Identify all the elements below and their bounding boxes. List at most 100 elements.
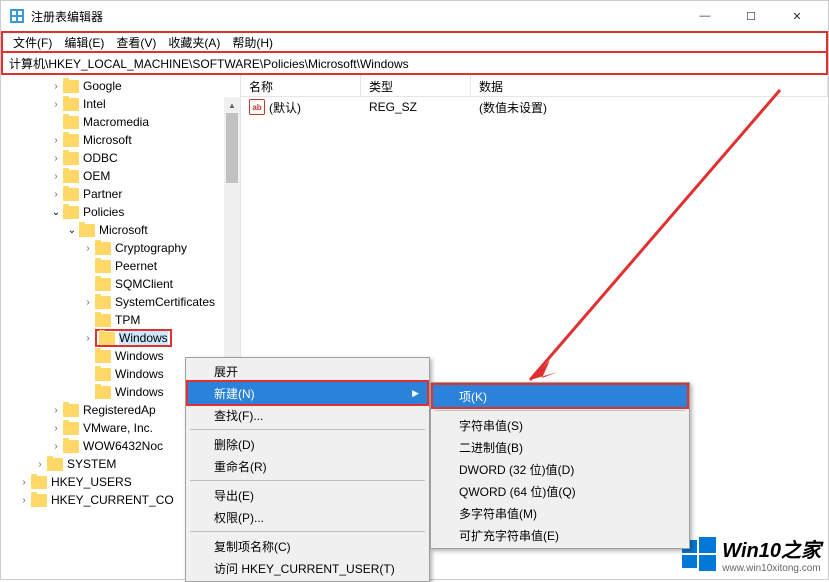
chevron-right-icon[interactable]: › [81,243,95,254]
menu-help[interactable]: 帮助(H) [226,34,279,51]
menu-item[interactable]: 二进制值(B) [433,436,687,458]
menu-item[interactable]: 新建(N)▶ [188,382,427,404]
tree-item[interactable]: ›Cryptography [1,239,240,257]
menu-file[interactable]: 文件(F) [7,34,58,51]
minimize-button[interactable]: — [682,1,728,31]
folder-icon [47,458,63,471]
tree-item[interactable]: ⌄Microsoft [1,221,240,239]
tree-item[interactable]: › ODBC [1,149,240,167]
tree-item[interactable]: ›Microsoft [1,131,240,149]
folder-icon [95,368,111,381]
tree-item[interactable]: ›Windows [1,329,240,347]
maximize-button[interactable]: ☐ [728,1,774,31]
col-data[interactable]: 数据 [471,75,828,96]
tree-item-label: SYSTEM [67,457,116,471]
tree-item[interactable]: Peernet [1,257,240,275]
chevron-right-icon[interactable]: › [49,441,63,452]
chevron-right-icon[interactable]: › [17,495,31,506]
folder-icon [63,98,79,111]
menu-item[interactable]: 重命名(R) [188,455,427,477]
tree-item[interactable]: SQMClient [1,275,240,293]
menu-item[interactable]: QWORD (64 位)值(Q) [433,480,687,502]
folder-icon [63,188,79,201]
tree-item-label: Windows [115,385,164,399]
tree-item[interactable]: ›OEM [1,167,240,185]
tree-item[interactable]: ⌄ Policies [1,203,240,221]
tree-item-label: VMware, Inc. [83,421,153,435]
chevron-right-icon[interactable]: › [33,459,47,470]
list-header: 名称 类型 数据 [241,75,828,97]
tree-item[interactable]: ›SystemCertificates [1,293,240,311]
addressbar[interactable]: 计算机\HKEY_LOCAL_MACHINE\SOFTWARE\Policies… [1,53,828,75]
value-data: (数值未设置) [471,99,555,116]
chevron-right-icon[interactable]: › [49,99,63,110]
chevron-right-icon[interactable]: › [49,81,63,92]
menu-item[interactable]: 可扩充字符串值(E) [433,524,687,546]
tree-item-label: Peernet [115,259,157,273]
folder-icon [63,422,79,435]
tree-item-label: Macromedia [83,115,149,129]
folder-icon [31,476,47,489]
menu-item[interactable]: 复制项名称(C) [188,535,427,557]
tree-item[interactable]: TPM [1,311,240,329]
tree-item-label: Windows [115,349,164,363]
chevron-right-icon[interactable]: › [49,135,63,146]
menu-item[interactable]: 项(K) [433,385,687,407]
menu-item[interactable]: 权限(P)... [188,506,427,528]
scroll-up-icon[interactable]: ▲ [224,97,240,113]
chevron-right-icon[interactable]: › [17,477,31,488]
col-name[interactable]: 名称 [241,75,361,96]
menu-edit[interactable]: 编辑(E) [58,34,110,51]
tree-item[interactable]: ›Intel [1,95,240,113]
tree-item-label: Google [83,79,122,93]
tree-item-label: ODBC [83,151,118,165]
menu-item[interactable]: 访问 HKEY_CURRENT_USER(T) [188,557,427,579]
tree-item-label: Windows [115,367,164,381]
watermark-url: www.win10xitong.com [722,563,821,574]
chevron-right-icon[interactable]: › [49,405,63,416]
menu-separator [435,410,685,411]
tree-item[interactable]: › Partner [1,185,240,203]
menu-item[interactable]: 导出(E) [188,484,427,506]
folder-icon [95,260,111,273]
scroll-thumb[interactable] [226,113,238,183]
list-row[interactable]: ab(默认)REG_SZ(数值未设置) [241,97,828,117]
tree-item-label: Policies [83,205,124,219]
menu-view[interactable]: 查看(V) [110,34,162,51]
chevron-right-icon[interactable]: › [49,423,63,434]
tree-item[interactable]: › Google [1,77,240,95]
menu-item[interactable]: 字符串值(S) [433,414,687,436]
chevron-right-icon[interactable]: › [49,189,63,200]
menu-item[interactable]: 展开 [188,360,427,382]
menu-separator [190,531,425,532]
folder-icon [63,404,79,417]
folder-icon [95,350,111,363]
tree-item[interactable]: Macromedia [1,113,240,131]
chevron-right-icon[interactable]: › [49,153,63,164]
chevron-right-icon[interactable]: › [81,333,95,344]
tree-item-label: Partner [83,187,122,201]
folder-icon [95,386,111,399]
menu-item[interactable]: 查找(F)... [188,404,427,426]
folder-icon [79,224,95,237]
folder-icon [63,206,79,219]
folder-icon [63,440,79,453]
folder-icon [63,152,79,165]
menu-item[interactable]: DWORD (32 位)值(D) [433,458,687,480]
chevron-right-icon[interactable]: › [81,297,95,308]
menu-favorites[interactable]: 收藏夹(A) [162,34,226,51]
tree-item-label: HKEY_CURRENT_CO [51,493,174,507]
menu-item[interactable]: 删除(D) [188,433,427,455]
col-type[interactable]: 类型 [361,75,471,96]
window-title: 注册表编辑器 [31,8,682,25]
chevron-right-icon[interactable]: › [49,171,63,182]
chevron-down-icon[interactable]: ⌄ [49,207,63,218]
folder-icon [63,170,79,183]
watermark: Win10之家 www.win10xitong.com [682,534,821,574]
close-button[interactable]: ✕ [774,1,820,31]
chevron-down-icon[interactable]: ⌄ [65,225,79,236]
folder-icon [63,116,79,129]
folder-icon [95,314,111,327]
menu-item[interactable]: 多字符串值(M) [433,502,687,524]
folder-icon [95,242,111,255]
